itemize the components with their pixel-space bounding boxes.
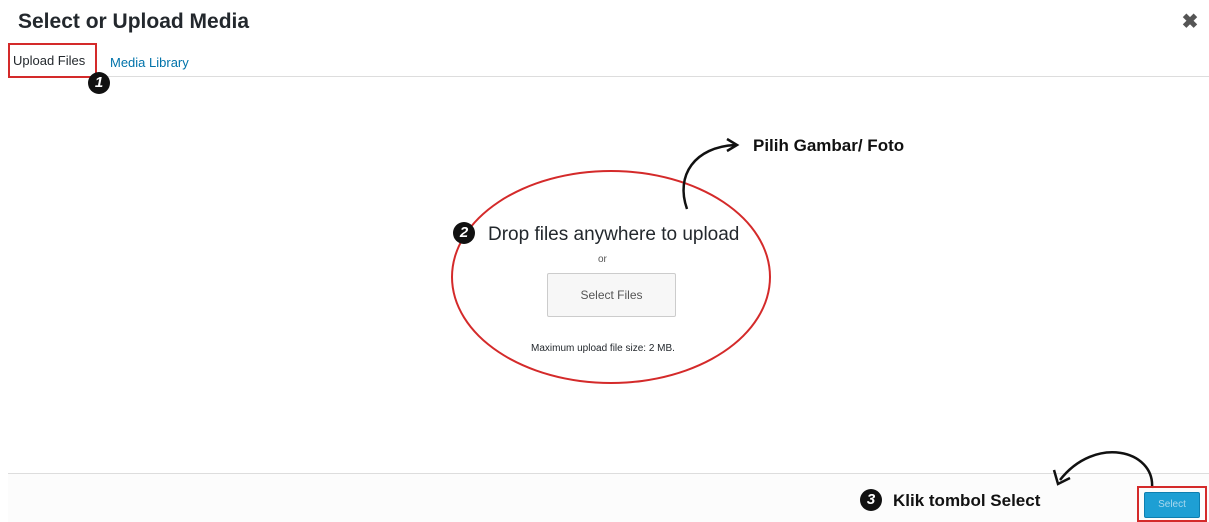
annotation-pick-image-note: Pilih Gambar/ Foto bbox=[753, 136, 905, 155]
tab-media-library[interactable]: Media Library bbox=[110, 55, 189, 70]
annotation-step-3-badge: 3 bbox=[860, 489, 882, 511]
header-divider bbox=[8, 76, 1209, 77]
close-icon[interactable]: ✖ bbox=[1180, 12, 1200, 32]
annotation-arrow-up-icon bbox=[682, 137, 740, 210]
annotation-step-1-badge: 1 bbox=[88, 72, 110, 94]
annotation-click-select-note: Klik tombol Select bbox=[893, 491, 1041, 510]
annotation-highlight-select-button bbox=[1137, 486, 1207, 522]
modal-title: Select or Upload Media bbox=[18, 10, 250, 33]
annotation-step-2-badge: 2 bbox=[453, 222, 475, 244]
annotation-highlight-upload-tab bbox=[8, 43, 97, 78]
